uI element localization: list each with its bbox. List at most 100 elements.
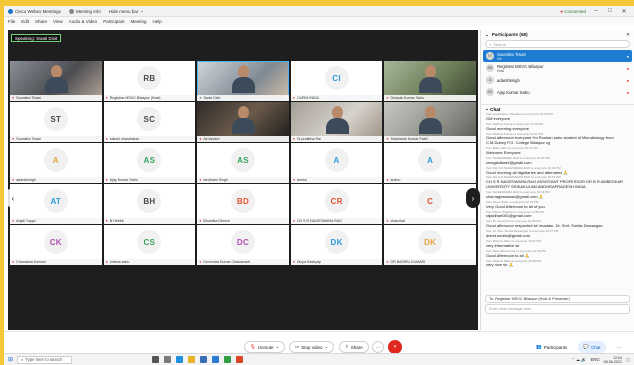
chat-messages[interactable]: from coordinator Chandana to everyone 10… [481, 113, 634, 293]
close-window-button[interactable]: ✕ [620, 8, 628, 15]
participant-tile[interactable]: ● Ak tandon [197, 102, 289, 142]
menu-meeting[interactable]: Meeting [130, 19, 146, 24]
participants-header[interactable]: ⌄ Participants (68) ✕ [481, 30, 634, 39]
share-button[interactable]: ⇪ Share [339, 341, 369, 353]
system-tray-icons[interactable]: ⌃ ☁ 🔊 [571, 357, 586, 363]
participant-tile[interactable]: ● Soumitra Tiwari [10, 61, 102, 101]
chat-message: from CH S R NAGESWARA RAO to everyone 10… [486, 176, 629, 189]
participant-tile[interactable]: A ● adarshsingh [10, 143, 102, 183]
minimize-button[interactable]: – [592, 8, 600, 14]
participant-tile[interactable]: AS ● Ajay Kumar Sahu [103, 143, 196, 183]
participant-tile[interactable]: CR ● CH S R NAGESWARA RAO [290, 184, 383, 224]
chat-panel-button[interactable]: 💬 Chat [578, 341, 606, 353]
mail-icon[interactable] [212, 356, 220, 363]
chat-recipient-select[interactable]: To: Registrar MSVC Bilaspur (Host & Pres… [485, 295, 630, 303]
menu-share[interactable]: Share [35, 19, 47, 24]
hide-menu-bar-tab[interactable]: Hide menu bar ⌄ [109, 8, 144, 14]
chat-message-text: very nice sir 🙏 [486, 262, 514, 268]
participant-tile[interactable]: ● Deepak Kumar Sahu [384, 61, 476, 101]
participant-name: Soumitra Tiwari [16, 137, 41, 141]
menu-participant[interactable]: Participant [103, 19, 124, 24]
participant-tile[interactable]: CI ● CAPIM INDIA [290, 61, 383, 101]
participant-tile[interactable]: A ● anshu [384, 143, 476, 183]
participant-name-bar: ● Ajay Kumar Sahu [103, 177, 196, 183]
maximize-button[interactable]: □ [606, 8, 614, 14]
avatar: C [418, 189, 443, 213]
list-item[interactable]: ST Soumitra Tiwari Me ● [483, 50, 632, 62]
previous-page-arrow[interactable]: ‹ [6, 188, 20, 208]
next-page-arrow[interactable]: › [466, 188, 480, 208]
chat-message: from Shruti Chauhan to everyone 10:35 PM… [486, 210, 629, 220]
chat-header[interactable]: ⌄ Chat [481, 104, 634, 113]
participant-tile[interactable]: ● Dr.pratibha Rai [290, 102, 383, 142]
end-meeting-button[interactable]: ✕ [388, 340, 402, 354]
participant-tile[interactable]: ● Swati Dixit [197, 61, 289, 101]
participant-name: adarshsingh [16, 178, 36, 182]
more-options-button[interactable]: ··· [372, 341, 384, 353]
participant-video-feed [417, 65, 443, 93]
language-indicator[interactable]: ENG [591, 357, 600, 362]
participant-tile[interactable]: SC ● sakshi chandrakar [103, 102, 196, 142]
menu-view[interactable]: View [53, 19, 63, 24]
participant-video-feed [417, 106, 443, 134]
participant-name-bar: ● DR BASIRU KUMARI [384, 259, 476, 265]
close-panel-icon[interactable]: ✕ [626, 32, 630, 38]
taskbar-search-input[interactable]: ⌕ Type here to search [17, 355, 73, 364]
widgets-icon[interactable] [164, 356, 172, 363]
microphone-muted-icon: ● [199, 260, 202, 264]
app-tab[interactable]: Cisco Webex Meetings [8, 8, 61, 14]
chat-message-text: Very Good Afternoon to all of you [486, 203, 545, 209]
microphone-muted-icon: ● [386, 178, 389, 182]
unmute-button[interactable]: 🎙 Unmute ⌄ [244, 341, 286, 353]
stop-video-button[interactable]: ▭ Stop video ⌄ [289, 341, 335, 353]
chat-input[interactable]: Enter chat message here [485, 304, 630, 314]
file-explorer-icon[interactable] [188, 356, 196, 363]
microphone-muted-icon: ● [626, 53, 629, 59]
menu-file[interactable]: File [8, 19, 15, 24]
participant-tile[interactable]: CS ● chetna sahu [103, 225, 196, 265]
microphone-muted-icon: ● [105, 96, 108, 100]
windows-start-icon[interactable]: ⊞ [8, 356, 13, 363]
connection-status[interactable]: ● Connected [560, 9, 586, 14]
webex-app-icon[interactable] [224, 356, 232, 363]
menu-help[interactable]: Help [152, 19, 161, 24]
list-item[interactable]: RB Registrar MSVC Bilaspur Host ● [483, 62, 632, 74]
participant-tile[interactable]: ST ● Soumitra Tiwari [10, 102, 102, 142]
chrome-icon[interactable] [236, 356, 244, 363]
participant-tile[interactable]: BH ● B Hebbit [103, 184, 196, 224]
more-panels-button[interactable]: ··· [612, 341, 627, 353]
store-icon[interactable] [200, 356, 208, 363]
menu-edit[interactable]: Edit [21, 19, 29, 24]
edge-browser-icon[interactable] [176, 356, 184, 363]
menu-audio-video[interactable]: Audio & Video [69, 19, 97, 24]
avatar: AS [230, 148, 255, 172]
participant-tile[interactable]: DK ● Divya Kashyap [290, 225, 383, 265]
participant-video-feed [230, 106, 256, 134]
participant-tile[interactable]: BD ● Bhumika Dhurve [197, 184, 289, 224]
chevron-right-icon: › [471, 193, 475, 203]
participant-tile[interactable]: DC ● Devendra Kumar Chakravarti [197, 225, 289, 265]
participant-tile[interactable]: RB ● Registrar MSVC Bilaspur (Host) [103, 61, 196, 101]
participant-video-feed [230, 65, 256, 93]
microphone-muted-icon: ● [386, 96, 389, 100]
microphone-muted-icon: ● [386, 260, 389, 264]
participant-tile[interactable]: ● Siddhanth Kumar Patel [384, 102, 476, 142]
participants-panel-button[interactable]: 👥 Participants [531, 341, 572, 353]
task-view-icon[interactable] [152, 356, 160, 363]
participant-tile[interactable]: C ● chanchal [384, 184, 476, 224]
participant-tile[interactable]: A ● anshu [290, 143, 383, 183]
list-item[interactable]: Aadarshsingh ● [483, 74, 632, 86]
list-item[interactable]: AS Ajay Kumar Sahu ● [483, 86, 632, 98]
participant-tile[interactable]: DK ● DR BASIRU KUMARI [384, 225, 476, 265]
search-icon: ⌕ [21, 357, 24, 362]
participant-name-bar: ● Ak tandon [197, 136, 289, 142]
participant-search-input[interactable]: ⌕ Search [485, 40, 630, 48]
participant-name: CH S R NAGESWARA RAO [296, 219, 342, 223]
participant-tile[interactable]: AT ● Anjali Toppo [10, 184, 102, 224]
taskbar-clock[interactable]: 12:04 08-06-2021 [604, 356, 622, 364]
notifications-icon[interactable]: ▢ [626, 357, 630, 362]
chevron-down-icon: ⌄ [275, 344, 280, 349]
participant-tile[interactable]: CK ● Chandana Kolvani [10, 225, 102, 265]
participant-tile[interactable]: AS ● devikrani Singh [197, 143, 289, 183]
meeting-info-tab[interactable]: Meeting Info [68, 8, 101, 14]
